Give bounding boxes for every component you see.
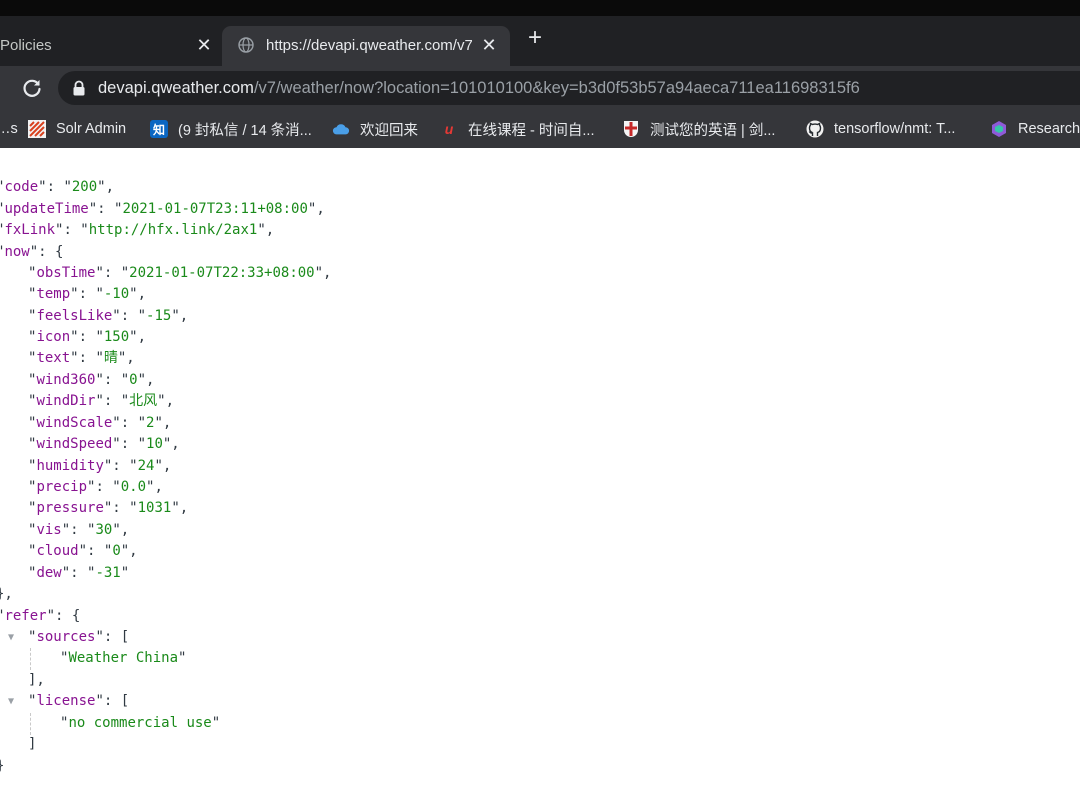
json-line-wind360: "wind360": "0",	[28, 372, 155, 388]
pressure-value: 1031	[137, 500, 172, 516]
vis-value: 30	[95, 522, 113, 538]
tab-qweather[interactable]: https://devapi.qweather.com/v7/weather/n…	[222, 26, 510, 66]
indent-guide	[30, 648, 31, 670]
json-line-fx-link: "fxLink": "http://hfx.link/2ax1",	[0, 222, 275, 238]
bookmark-label: …s	[0, 121, 18, 137]
json-line-dew: "dew": "-31"	[28, 565, 130, 581]
globe-icon	[238, 37, 254, 53]
research-icon	[990, 120, 1008, 138]
json-line-obs-time: "obsTime": "2021-01-07T22:33+08:00",	[28, 265, 332, 281]
fx-link-value: http://hfx.link/2ax1	[88, 222, 258, 238]
github-icon	[806, 120, 824, 138]
zhihu-icon: 知	[150, 120, 168, 138]
bookmark-label: 欢迎回来	[360, 122, 418, 139]
json-line-code: "code": "200",	[0, 179, 115, 195]
json-line-refer-close: }	[0, 756, 4, 777]
temp-value: -10	[103, 286, 130, 302]
json-line-now: "now": {	[0, 244, 64, 260]
json-line-source-item: "Weather China"	[60, 650, 187, 666]
bookmark-tensorflow-nmt[interactable]: tensorflow/nmt: T...	[806, 118, 955, 140]
source-value: Weather China	[68, 650, 179, 666]
url-host: devapi.qweather.com	[98, 79, 254, 97]
new-tab-button[interactable]: +	[522, 26, 548, 52]
url-path: /v7/weather/now?location=101010100&key=b…	[253, 79, 860, 97]
icon-value: 150	[103, 329, 130, 345]
cloud-value: 0	[112, 543, 121, 559]
json-line-precip: "precip": "0.0",	[28, 479, 163, 495]
browser-toolbar: devapi.qweather.com/v7/weather/now?locat…	[0, 66, 1080, 110]
feels-like-value: -15	[146, 308, 172, 324]
obs-time-value: 2021-01-07T22:33+08:00	[129, 265, 315, 281]
page-content: "code": "200", "updateTime": "2021-01-07…	[0, 148, 1080, 810]
window-top-edge	[0, 0, 1080, 16]
update-time-value: 2021-01-07T23:11+08:00	[122, 201, 308, 217]
json-line-license-close: ]	[28, 736, 37, 752]
lock-icon[interactable]	[72, 80, 86, 96]
json-line-cloud: "cloud": "0",	[28, 543, 138, 559]
json-line-now-close: },	[0, 586, 13, 602]
bookmark-label: Solr Admin	[56, 121, 127, 137]
json-line-wind-scale: "windScale": "2",	[28, 415, 172, 431]
wind-dir-value: 北风	[129, 393, 158, 409]
json-line-humidity: "humidity": "24",	[28, 458, 172, 474]
json-line-license: "license": [	[28, 693, 130, 709]
cambridge-icon	[622, 120, 640, 138]
close-tab-icon[interactable]: ✕	[477, 33, 501, 57]
solr-icon	[28, 120, 46, 138]
cloud-icon	[332, 120, 350, 138]
tab-policies[interactable]: Policies ✕	[0, 26, 222, 66]
bookmark-welcome[interactable]: 欢迎回来	[332, 118, 418, 140]
bookmark-label: Research	[1018, 121, 1080, 137]
precip-value: 0.0	[120, 479, 147, 495]
json-line-feels-like: "feelsLike": "-15",	[28, 308, 189, 324]
bookmark-zhihu[interactable]: 知 (9 封私信 / 14 条消...	[150, 118, 312, 140]
course-icon: u	[444, 121, 454, 137]
json-line-temp: "temp": "-10",	[28, 286, 147, 302]
json-line-vis: "vis": "30",	[28, 522, 130, 538]
humidity-value: 24	[137, 458, 155, 474]
bookmark-label: 测试您的英语 | 剑...	[650, 122, 776, 139]
json-line-wind-speed: "windSpeed": "10",	[28, 436, 180, 452]
bookmark-online-course[interactable]: u 在线课程 - 时间自...	[440, 118, 595, 140]
bookmark-research[interactable]: Research	[990, 118, 1080, 140]
json-line-text: "text": "晴",	[28, 350, 135, 366]
address-bar[interactable]: devapi.qweather.com/v7/weather/now?locat…	[58, 71, 1080, 105]
code-value: 200	[71, 179, 98, 195]
bookmarks-bar: …s Solr Admin 知 (9 封私信 / 14 条消... 欢迎回来 u…	[0, 110, 1080, 149]
json-line-pressure: "pressure": "1031",	[28, 500, 189, 516]
bookmark-solr-admin[interactable]: Solr Admin	[28, 118, 126, 140]
text-value: 晴	[103, 350, 118, 366]
collapse-toggle-icon[interactable]: ▼	[8, 632, 18, 643]
indent-guide	[30, 713, 31, 735]
tab-title: Policies	[0, 37, 52, 54]
json-line-license-item: "no commercial use"	[60, 715, 221, 731]
json-line-update-time: "updateTime": "2021-01-07T23:11+08:00",	[0, 201, 325, 217]
bookmark-label: tensorflow/nmt: T...	[834, 121, 956, 137]
wind-speed-value: 10	[146, 436, 163, 452]
json-line-icon: "icon": "150",	[28, 329, 147, 345]
dew-value: -31	[95, 565, 121, 581]
json-line-sources-close: ],	[28, 672, 45, 688]
bookmark-english-test[interactable]: 测试您的英语 | 剑...	[622, 118, 775, 140]
close-tab-icon[interactable]: ✕	[192, 33, 216, 57]
json-line-refer: "refer": {	[0, 608, 81, 624]
bookmark-apps[interactable]: …s	[0, 118, 18, 140]
tab-title: https://devapi.qweather.com/v7/weather/n…	[266, 37, 472, 54]
url-text[interactable]: devapi.qweather.com/v7/weather/now?locat…	[98, 79, 860, 98]
bookmark-label: (9 封私信 / 14 条消...	[178, 122, 312, 139]
reload-icon[interactable]	[20, 76, 44, 100]
wind360-value: 0	[129, 372, 138, 388]
license-value: no commercial use	[68, 715, 212, 731]
bookmark-label: 在线课程 - 时间自...	[468, 122, 595, 139]
json-line-sources: "sources": [	[28, 629, 130, 645]
json-line-wind-dir: "windDir": "北风",	[28, 393, 175, 409]
collapse-toggle-icon[interactable]: ▼	[8, 696, 18, 707]
